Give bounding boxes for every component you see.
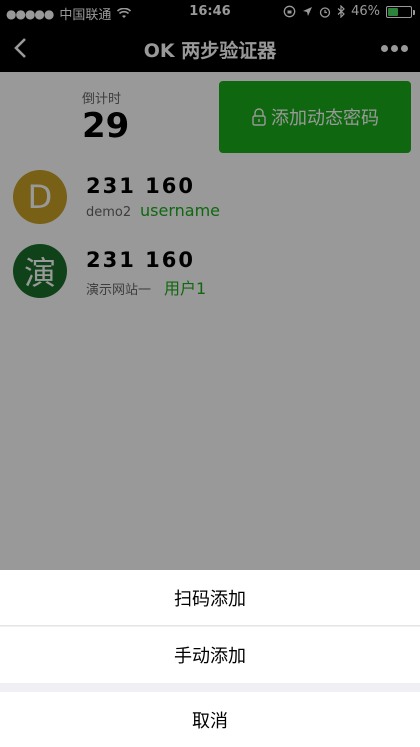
cancel-button[interactable]: 取消 <box>0 692 420 747</box>
action-sheet: 扫码添加 手动添加 取消 <box>0 570 420 747</box>
scan-to-add-button[interactable]: 扫码添加 <box>0 570 420 626</box>
manual-add-button[interactable]: 手动添加 <box>0 627 420 683</box>
